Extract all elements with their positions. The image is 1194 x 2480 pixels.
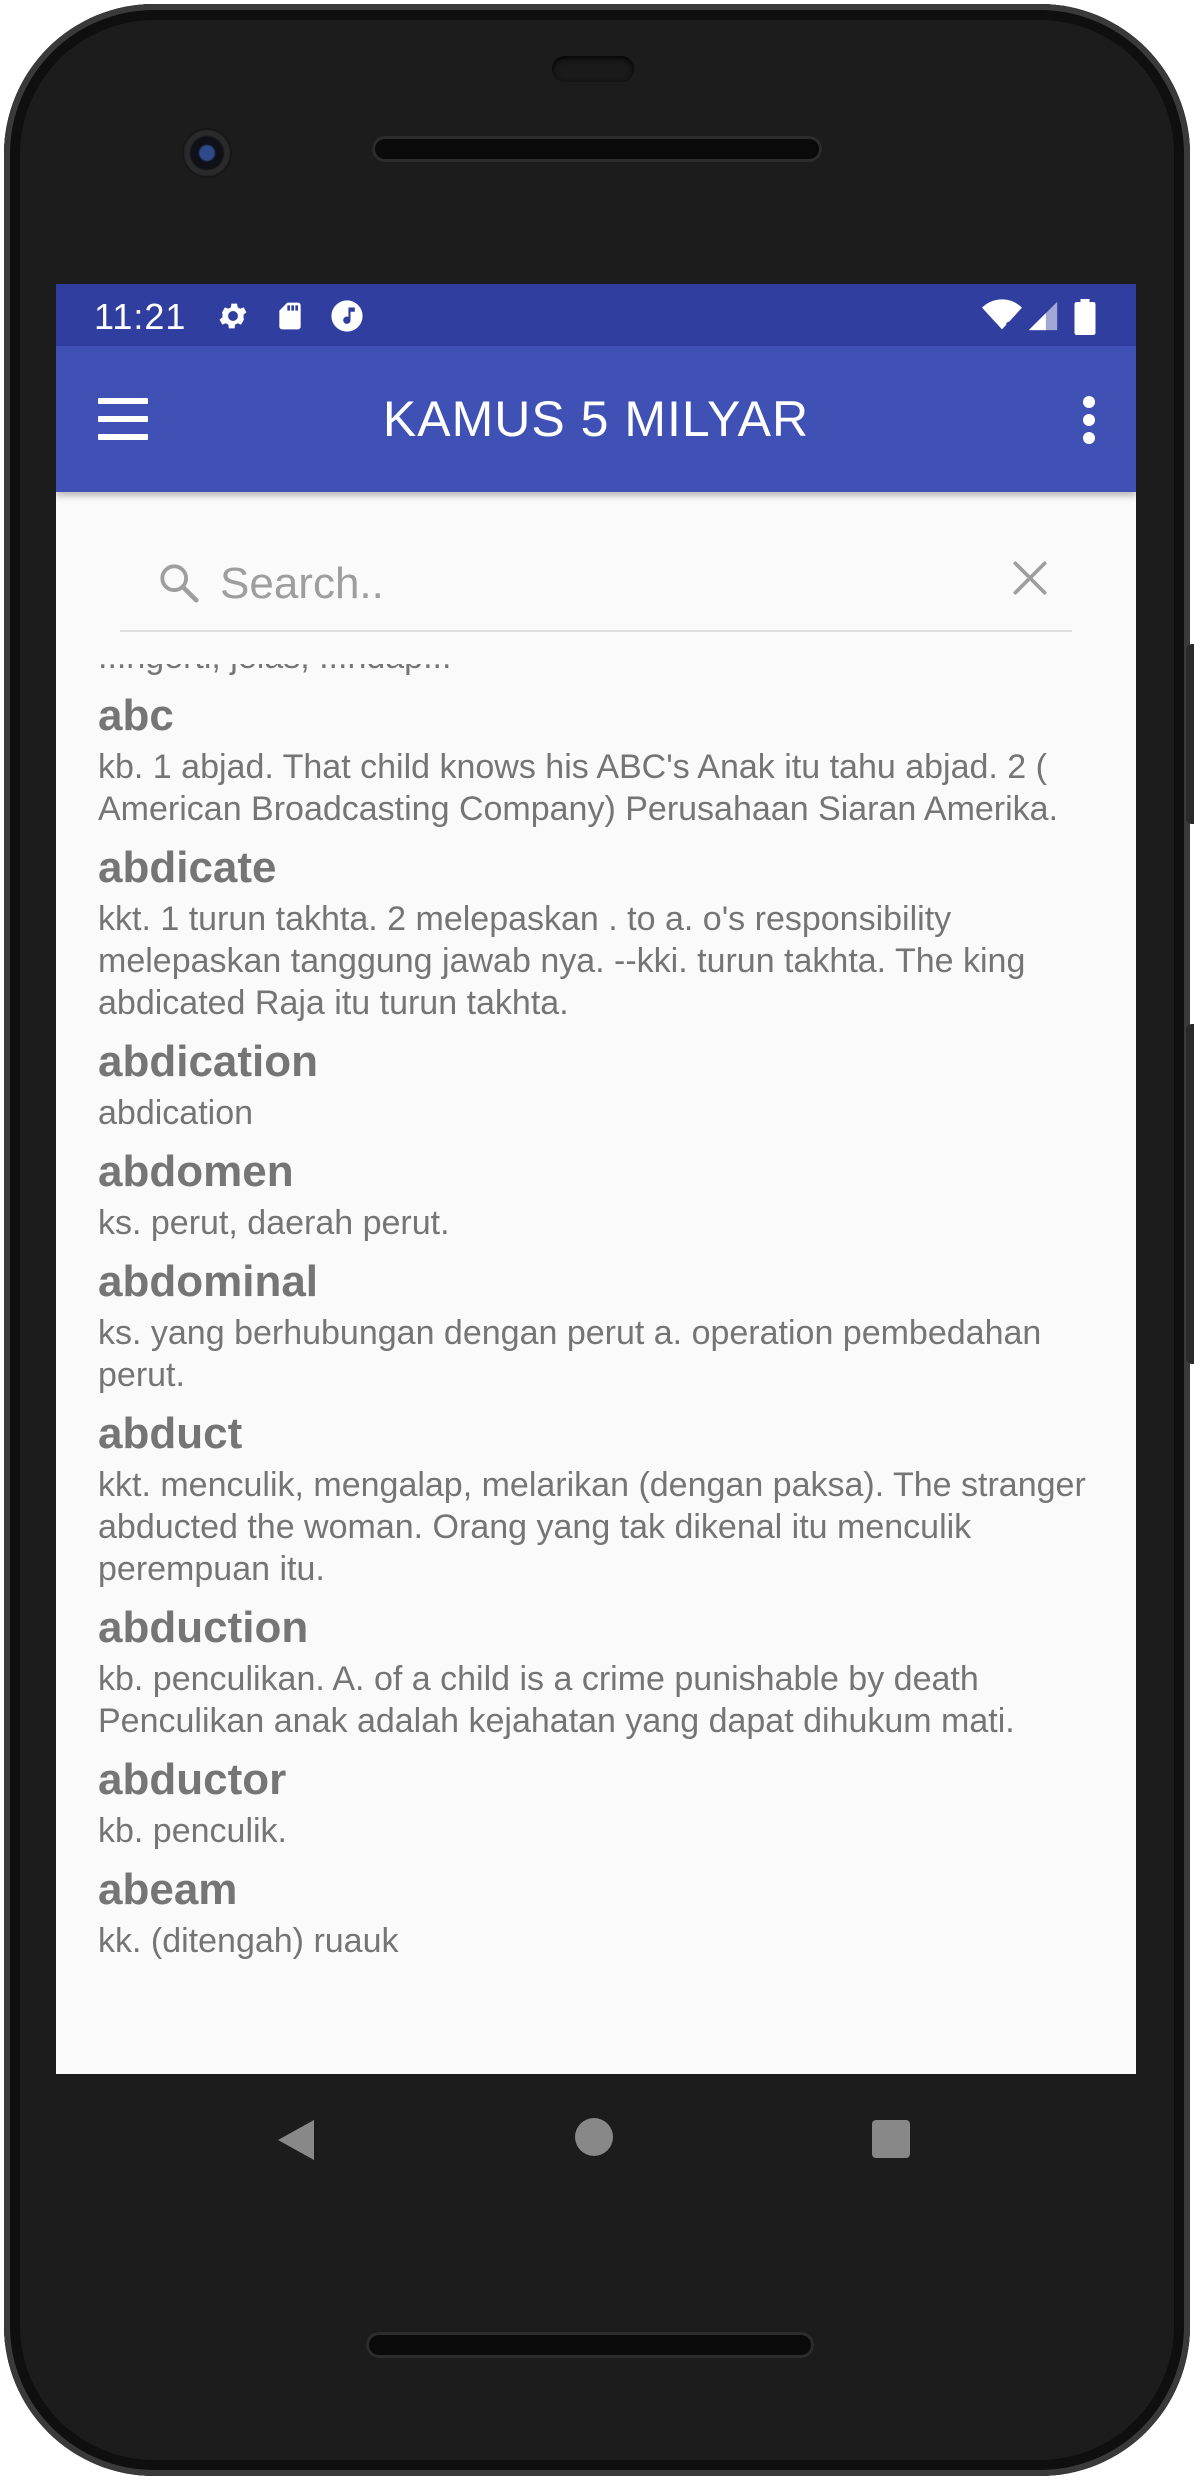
phone-frame: 11:21 KAMUS 5 MILYAR Search.. abc kb. 1 …: [4, 4, 1194, 2476]
close-icon[interactable]: [1008, 556, 1052, 600]
word-list[interactable]: ...ngerti, jelas, ...ndap... abc kb. 1 a…: [98, 664, 1108, 2004]
front-camera: [182, 128, 232, 178]
list-item[interactable]: abdomen ks. perut, daerah perut.: [98, 1142, 1108, 1244]
definition-text: kkt. 1 turun takhta. 2 melepaskan . to a…: [98, 900, 1026, 1022]
sd-card-icon: [279, 302, 301, 330]
definition-text: kk. (ditengah) ruauk: [98, 1922, 399, 1960]
bottom-speaker-grille: [366, 2332, 814, 2358]
app-title: KAMUS 5 MILYAR: [382, 391, 810, 447]
list-item[interactable]: abdication abdication: [98, 1032, 1108, 1134]
definition-text: ks. yang berhubungan dengan perut a. ope…: [98, 1314, 1042, 1394]
list-item[interactable]: ...ngerti, jelas, ...ndap...: [98, 664, 1108, 678]
back-triangle-icon[interactable]: [274, 2116, 318, 2164]
headword: abdicate: [98, 843, 277, 892]
earpiece: [552, 56, 634, 82]
recents-square-icon[interactable]: [872, 2120, 910, 2158]
battery-icon: [1074, 299, 1096, 335]
more-vert-icon[interactable]: [1080, 390, 1100, 450]
headword: abeam: [98, 1865, 238, 1914]
definition-text: ...ngerti, jelas, ...ndap...: [98, 664, 1108, 678]
headword: abduct: [98, 1409, 243, 1458]
definition-text: kb. penculikan. A. of a child is a crime…: [98, 1660, 1015, 1740]
headword: abdominal: [98, 1257, 319, 1306]
list-item[interactable]: abduct kkt. menculik, mengalap, melarika…: [98, 1404, 1108, 1590]
wifi-icon: [982, 299, 1022, 331]
definition-text: kkt. menculik, mengalap, melarikan (deng…: [98, 1466, 1086, 1588]
signal-icon: [1028, 301, 1058, 331]
list-item[interactable]: abductor kb. penculik.: [98, 1750, 1108, 1852]
status-time: 11:21: [94, 296, 187, 337]
screen: 11:21 KAMUS 5 MILYAR Search.. abc kb. 1 …: [56, 284, 1136, 2074]
app-bar: KAMUS 5 MILYAR: [56, 346, 1136, 492]
list-item[interactable]: abc kb. 1 abjad. That child knows his AB…: [98, 686, 1108, 830]
headword: abduction: [98, 1603, 309, 1652]
power-button: [1186, 644, 1194, 824]
list-item[interactable]: abdominal ks. yang berhubungan dengan pe…: [98, 1252, 1108, 1396]
list-item[interactable]: abduction kb. penculikan. A. of a child …: [98, 1598, 1108, 1742]
word-list-content: ...ngerti, jelas, ...ndap... abc kb. 1 a…: [98, 664, 1108, 1962]
home-circle-icon[interactable]: [575, 2118, 613, 2156]
definition-text: kb. penculik.: [98, 1812, 287, 1850]
headword: abc: [98, 691, 174, 740]
definition-text: kb. 1 abjad. That child knows his ABC's …: [98, 748, 1059, 828]
headword: abdication: [98, 1037, 319, 1086]
headword: abdomen: [98, 1147, 294, 1196]
music-icon: [331, 300, 363, 332]
gear-icon: [219, 303, 247, 329]
definition-text: abdication: [98, 1094, 254, 1132]
top-speaker-grille: [372, 136, 822, 162]
definition-text: ks. perut, daerah perut.: [98, 1204, 450, 1242]
volume-button: [1186, 1024, 1194, 1364]
search-icon: [160, 564, 199, 603]
search-input[interactable]: [220, 554, 980, 614]
status-bar: 11:21: [56, 284, 1136, 346]
headword: abductor: [98, 1755, 287, 1804]
list-item[interactable]: abdicate kkt. 1 turun takhta. 2 melepask…: [98, 838, 1108, 1024]
search-bar: [120, 540, 1072, 632]
list-item[interactable]: abeam kk. (ditengah) ruauk: [98, 1860, 1108, 1962]
